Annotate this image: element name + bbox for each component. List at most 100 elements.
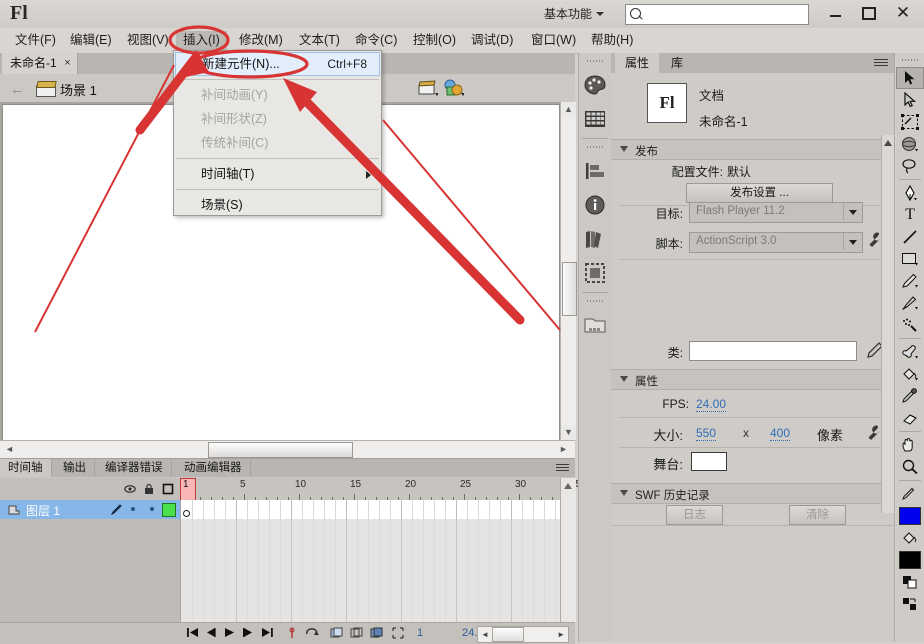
menu-edit[interactable]: 编辑(E)	[63, 31, 119, 50]
tab-properties[interactable]: 属性	[615, 53, 659, 73]
edit-symbols-icon[interactable]	[444, 79, 464, 97]
info-icon[interactable]	[579, 188, 611, 222]
subselection-arrow-tool[interactable]	[896, 89, 924, 111]
swap-colors-button[interactable]	[896, 593, 924, 615]
properties-vertical-scrollbar[interactable]	[881, 135, 894, 513]
scrollbar-thumb[interactable]	[562, 262, 577, 316]
chevron-down-icon[interactable]	[843, 233, 862, 250]
onion-skin-icon[interactable]	[330, 627, 344, 642]
menu-modify[interactable]: 修改(M)	[232, 31, 290, 50]
bone-tool[interactable]	[896, 341, 924, 363]
menu-control[interactable]: 控制(O)	[406, 31, 463, 50]
tab-compiler-errors[interactable]: 编译器错误	[97, 459, 172, 477]
step-back-button[interactable]	[204, 627, 217, 641]
close-icon[interactable]: ×	[64, 53, 70, 74]
library-books-icon[interactable]	[579, 222, 611, 256]
menu-item-shape-tween[interactable]: 补间形状(Z)	[174, 107, 381, 131]
lock-icon[interactable]	[143, 483, 155, 495]
publish-settings-button[interactable]: 发布设置 ...	[686, 183, 833, 203]
script-combo[interactable]: ActionScript 3.0	[689, 232, 863, 253]
timeline-horizontal-scrollbar[interactable]: ◄ ►	[477, 626, 569, 643]
stage-horizontal-scrollbar[interactable]: ◄ ►	[0, 440, 575, 458]
tab-timeline[interactable]: 时间轴	[0, 459, 52, 477]
menu-item-classic-tween[interactable]: 传统补间(C)	[174, 131, 381, 155]
pencil-tool[interactable]	[896, 270, 924, 292]
modify-onion-markers-icon[interactable]	[392, 627, 404, 642]
step-forward-button[interactable]	[242, 627, 255, 641]
stage-color-swatch[interactable]	[691, 452, 727, 471]
scroll-right-arrow-icon[interactable]: ►	[557, 630, 565, 639]
workspace-selector[interactable]: 基本功能	[538, 5, 608, 23]
tab-output[interactable]: 输出	[55, 459, 95, 477]
paint-bucket-tool[interactable]	[896, 363, 924, 385]
menu-file[interactable]: 文件(F)	[8, 31, 63, 50]
stage-width-value[interactable]: 550	[696, 426, 716, 441]
eye-icon[interactable]	[124, 483, 136, 495]
pen-tool[interactable]	[896, 182, 924, 204]
layer-name[interactable]: 图层 1	[26, 502, 60, 519]
edit-multiple-frames-icon[interactable]	[370, 627, 384, 642]
chevron-down-icon[interactable]	[843, 203, 862, 220]
section-header-publish[interactable]: 发布	[611, 139, 894, 160]
selection-arrow-tool[interactable]	[896, 67, 924, 89]
scrollbar-thumb[interactable]	[492, 627, 524, 642]
line-tool[interactable]	[896, 226, 924, 248]
scroll-up-arrow-icon[interactable]: ▲	[561, 102, 576, 117]
swf-clear-button[interactable]: 清除	[789, 505, 846, 525]
color-palette-icon[interactable]	[579, 68, 611, 102]
swatches-grid-icon[interactable]	[579, 102, 611, 136]
swf-log-button[interactable]: 日志	[666, 505, 723, 525]
menu-window[interactable]: 窗口(W)	[524, 31, 583, 50]
fill-color-tool[interactable]	[896, 527, 924, 549]
menu-item-new-symbol[interactable]: 新建元件(N)... Ctrl+F8	[175, 52, 380, 76]
hand-tool[interactable]	[896, 434, 924, 456]
scene-name-label[interactable]: 场景 1	[60, 80, 97, 99]
free-transform-tool[interactable]	[896, 111, 924, 133]
scroll-down-arrow-icon[interactable]: ▼	[561, 425, 576, 440]
menu-item-timeline[interactable]: 时间轴(T)	[174, 162, 381, 186]
outline-color-swatch[interactable]	[162, 503, 176, 517]
scrollbar-thumb[interactable]	[208, 442, 353, 458]
timeline-frames-row[interactable]	[180, 500, 561, 519]
stage-height-value[interactable]: 400	[770, 426, 790, 441]
timeline-layer-row[interactable]: 图层 1	[0, 500, 180, 519]
play-button[interactable]	[223, 627, 236, 641]
menu-item-scene[interactable]: 场景(S)	[174, 193, 381, 217]
edit-scene-icon[interactable]	[418, 79, 438, 97]
maximize-button[interactable]	[852, 2, 886, 24]
target-combo[interactable]: Flash Player 11.2	[689, 202, 863, 223]
insert-menu-dropdown[interactable]: 新建元件(N)... Ctrl+F8 补间动画(Y) 补间形状(Z) 传统补间(…	[173, 50, 382, 216]
folder-components-icon[interactable]	[579, 308, 611, 342]
panel-menu-icon[interactable]	[556, 464, 569, 473]
menu-commands[interactable]: 命令(C)	[348, 31, 404, 50]
visibility-dot[interactable]	[131, 507, 135, 511]
align-icon[interactable]	[579, 154, 611, 188]
black-and-white-colors-button[interactable]	[896, 571, 924, 593]
menu-view[interactable]: 视图(V)	[120, 31, 176, 50]
stroke-color-swatch[interactable]	[899, 507, 921, 525]
frame-cell[interactable]	[544, 500, 556, 519]
brush-tool[interactable]	[896, 292, 924, 314]
scroll-up-arrow-icon[interactable]	[883, 137, 893, 151]
fps-value[interactable]: 24.00	[696, 397, 726, 412]
dock-grip[interactable]	[587, 143, 603, 152]
eyedropper-tool[interactable]	[896, 385, 924, 407]
tools-grip[interactable]	[902, 56, 918, 64]
lasso-tool[interactable]	[896, 155, 924, 177]
search-box[interactable]	[625, 4, 809, 25]
scroll-right-arrow-icon[interactable]: ►	[556, 442, 571, 457]
go-to-last-frame-button[interactable]	[261, 627, 274, 641]
back-arrow-icon[interactable]: ←	[10, 81, 25, 98]
fill-color-swatch[interactable]	[899, 551, 921, 569]
dock-grip[interactable]	[587, 297, 603, 306]
tab-motion-editor[interactable]: 动画编辑器	[176, 459, 251, 477]
movie-clip-icon[interactable]	[579, 256, 611, 290]
loop-playback-icon[interactable]	[305, 627, 320, 642]
tab-library[interactable]: 库	[661, 53, 693, 73]
panel-menu-icon[interactable]	[874, 59, 888, 68]
class-field[interactable]	[689, 341, 857, 361]
menu-help[interactable]: 帮助(H)	[584, 31, 640, 50]
section-header-attributes[interactable]: 属性	[611, 369, 894, 390]
document-settings-wrench-icon[interactable]	[866, 424, 882, 445]
menu-item-motion-tween[interactable]: 补间动画(Y)	[174, 83, 381, 107]
